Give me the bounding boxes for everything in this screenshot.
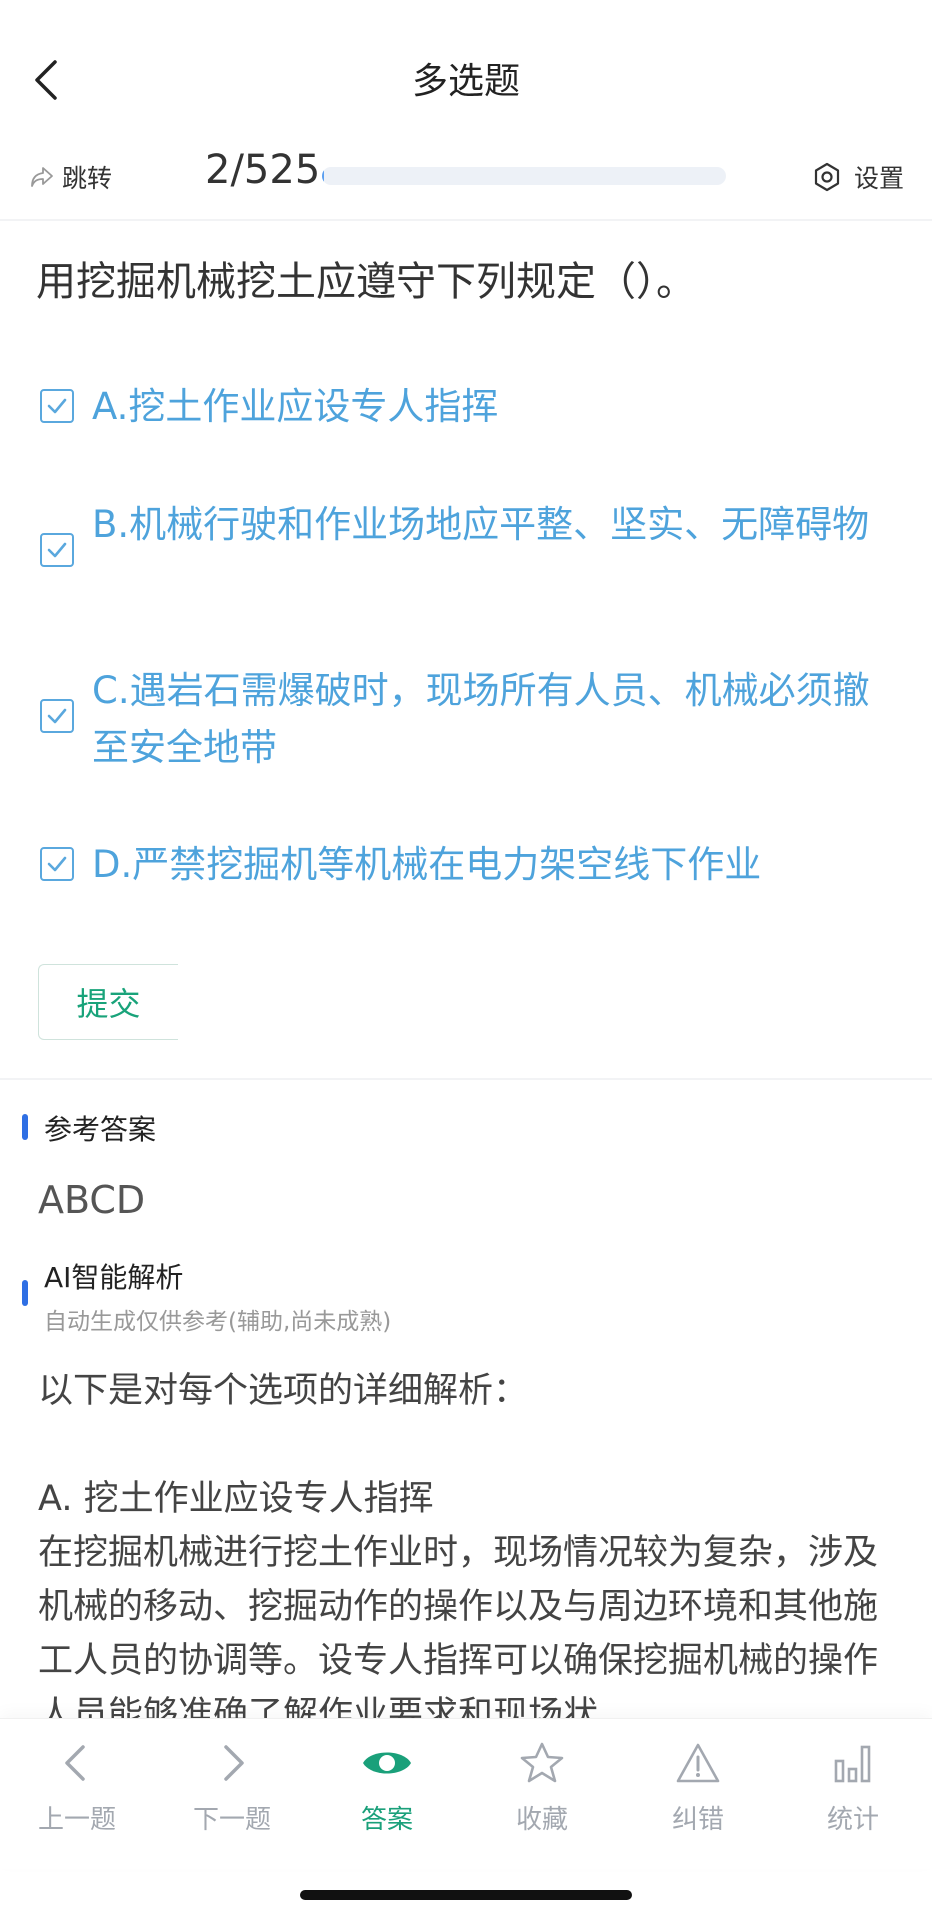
option-b-label: B.机械行驶和作业场地应平整、坚实、无障碍物 bbox=[92, 503, 870, 546]
chevron-left-icon bbox=[65, 1745, 85, 1781]
tab-label: 答案 bbox=[360, 1805, 413, 1835]
analysis-intro: 以下是对每个选项的详细解析： bbox=[38, 1371, 529, 1411]
checkbox-checked-icon[interactable] bbox=[40, 389, 74, 423]
warning-icon bbox=[676, 1743, 720, 1783]
question-text: 用挖掘机械挖土应遵守下列规定（）。 bbox=[36, 259, 696, 305]
answer-section-title: 参考答案 bbox=[44, 1113, 157, 1146]
tab-label: 下一题 bbox=[192, 1805, 271, 1835]
tab-statistics[interactable]: 统计 bbox=[793, 1741, 913, 1836]
progress-bar-row: 跳转 2/525 设置 bbox=[0, 145, 932, 215]
submit-button[interactable]: 提交 bbox=[38, 964, 178, 1040]
bottom-tab-bar: 上一题 下一题 答案 收藏 纠错 统计 bbox=[0, 1718, 932, 1869]
page-title: 多选题 bbox=[411, 61, 520, 102]
option-d-label: D.严禁挖掘机等机械在电力架空线下作业 bbox=[92, 843, 762, 886]
checkbox-checked-icon[interactable] bbox=[40, 699, 74, 733]
jump-button[interactable]: 跳转 bbox=[30, 157, 112, 197]
progress-track bbox=[322, 167, 726, 185]
tab-previous[interactable]: 上一题 bbox=[17, 1741, 137, 1836]
checkbox-checked-icon[interactable] bbox=[40, 533, 74, 567]
home-indicator bbox=[300, 1890, 632, 1900]
gear-icon bbox=[814, 162, 840, 192]
eye-icon bbox=[363, 1752, 411, 1774]
option-d[interactable]: D.严禁挖掘机等机械在电力架空线下作业 bbox=[40, 836, 900, 893]
analysis-heading: A. 挖土作业应设专人指挥 bbox=[38, 1479, 434, 1519]
option-a[interactable]: A.挖土作业应设专人指挥 bbox=[40, 378, 900, 435]
option-b[interactable]: B.机械行驶和作业场地应平整、坚实、无障碍物 bbox=[40, 496, 900, 567]
checkbox-checked-icon[interactable] bbox=[40, 847, 74, 881]
chevron-right-icon bbox=[224, 1745, 244, 1781]
tab-label: 收藏 bbox=[515, 1805, 568, 1835]
tab-answer[interactable]: 答案 bbox=[327, 1741, 447, 1836]
tab-next[interactable]: 下一题 bbox=[172, 1741, 292, 1836]
analysis-content: 以下是对每个选项的详细解析： A. 挖土作业应设专人指挥 在挖掘机械进行挖土作业… bbox=[38, 1364, 900, 1726]
tab-label: 纠错 bbox=[671, 1805, 724, 1835]
divider bbox=[0, 1078, 932, 1080]
section-marker bbox=[22, 1114, 28, 1140]
header: 多选题 bbox=[0, 0, 932, 150]
analysis-body: 在挖掘机械进行挖土作业时，现场情况较为复杂，涉及机械的移动、挖掘动作的操作以及与… bbox=[38, 1533, 879, 1726]
progress-counter: 2/525 bbox=[205, 147, 321, 193]
tab-label: 上一题 bbox=[37, 1805, 116, 1835]
star-icon bbox=[520, 1742, 564, 1783]
ai-section-subtitle: 自动生成仅供参考(辅助,尚未成熟) bbox=[44, 1309, 392, 1335]
option-c[interactable]: C.遇岩石需爆破时，现场所有人员、机械必须撤至安全地带 bbox=[40, 662, 900, 776]
tab-favorite[interactable]: 收藏 bbox=[482, 1741, 602, 1836]
tab-report-error[interactable]: 纠错 bbox=[638, 1741, 758, 1836]
settings-button[interactable]: 设置 bbox=[812, 157, 904, 197]
progress-fill bbox=[322, 167, 324, 185]
jump-label: 跳转 bbox=[62, 164, 113, 193]
bar-chart-icon bbox=[834, 1745, 871, 1783]
ai-section-title: AI智能解析 bbox=[44, 1261, 184, 1294]
settings-label: 设置 bbox=[854, 164, 905, 193]
share-arrow-icon bbox=[31, 167, 53, 187]
option-c-label: C.遇岩石需爆破时，现场所有人员、机械必须撤至安全地带 bbox=[92, 669, 870, 769]
section-marker bbox=[22, 1280, 28, 1306]
answer-value: ABCD bbox=[38, 1178, 146, 1222]
tab-label: 统计 bbox=[826, 1805, 879, 1835]
option-a-label: A.挖土作业应设专人指挥 bbox=[92, 385, 499, 428]
divider bbox=[0, 219, 932, 221]
